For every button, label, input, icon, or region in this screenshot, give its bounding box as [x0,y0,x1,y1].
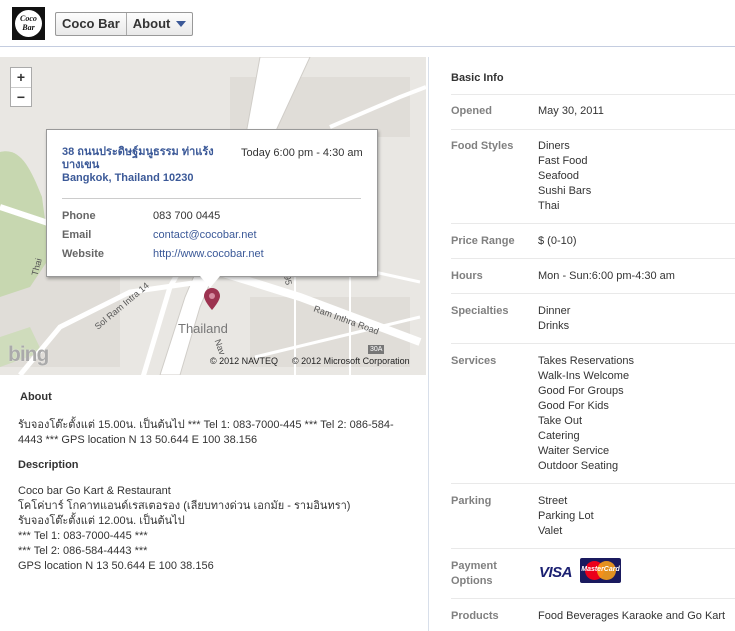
zoom-out-button[interactable]: − [11,88,31,107]
location-map[interactable]: Thai Sol Ram Intra 14 Ram Inthra Road 95… [0,57,426,375]
description-text: Coco bar Go Kart & Restaurant โคโค่บาร์ … [18,485,351,572]
popup-hours: Today 6:00 pm - 4:30 am [241,147,363,159]
info-divider [451,598,735,599]
zoom-in-button[interactable]: + [11,68,31,87]
specialties-label: Specialties [451,305,509,317]
popup-pointer [200,276,220,288]
products-value: Food Beverages Karaoke and Go Kart [538,610,726,622]
bing-logo: bing [8,343,49,366]
description-title: Description [18,459,79,471]
service-item: Takes Reservations [538,355,634,367]
visa-card-icon: VISA [539,564,573,581]
food-style-item: Diners [538,140,570,152]
opened-label: Opened [451,105,492,117]
products-label: Products [451,610,499,622]
hours-label: Hours [451,270,483,282]
breadcrumb: Coco Bar About [55,12,194,36]
breadcrumb-page-link[interactable]: Coco Bar [56,13,126,35]
parking-label: Parking [451,495,492,507]
map-info-popup: 38 ถนนประดิษฐ์มนูธรรม ท่าแร้ง บางเขน Ban… [46,129,378,277]
popup-phone-value: 083 700 0445 [153,210,221,222]
food-style-item: Thai [538,200,560,212]
chevron-down-icon [176,21,187,27]
popup-website-label: Website [62,248,104,260]
price-range-label: Price Range [451,235,515,247]
about-title: About [20,391,52,403]
map-route-shield: 30A [368,345,385,354]
map-pin-icon[interactable] [204,288,220,310]
food-style-item: Sushi Bars [538,185,592,197]
food-styles-label: Food Styles [451,140,514,152]
left-column: Thai Sol Ram Intra 14 Ram Inthra Road 95… [0,57,426,631]
service-item: Waiter Service [538,445,610,457]
payment-label-line1: Payment [451,560,497,572]
mastercard-label: MasterCard [581,566,620,573]
basic-info-title: Basic Info [451,72,504,84]
info-divider [451,223,735,224]
food-style-item: Fast Food [538,155,588,167]
specialties-list: Dinner Drinks [538,304,570,334]
logo-text-line1: Coco [20,14,37,23]
info-divider [451,343,735,344]
opened-value: May 30, 2011 [538,105,604,117]
parking-item: Valet [538,525,563,537]
payment-options-label: Payment Options [451,559,497,589]
info-divider [451,129,735,130]
logo-text-line2: Bar [22,23,35,32]
parking-item: Street [538,495,568,507]
specialty-item: Drinks [538,320,570,332]
price-range-value: $ (0-10) [538,235,577,247]
map-zoom-control: + − [10,67,32,107]
parking-list: Street Parking Lot Valet [538,494,594,539]
food-styles-list: Diners Fast Food Seafood Sushi Bars Thai [538,139,591,214]
info-divider [451,293,735,294]
popup-email-label: Email [62,229,92,241]
popup-phone-label: Phone [62,210,96,222]
parking-item: Parking Lot [538,510,594,522]
popup-divider [62,198,361,199]
popup-address-line1: 38 ถนนประดิษฐ์มนูธรรม ท่าแร้ง บางเขน [62,146,214,171]
payment-label-line2: Options [451,575,493,587]
basic-info-column: Basic Info Opened May 30, 2011 Food Styl… [428,57,735,631]
hours-value: Mon - Sun:6:00 pm-4:30 am [538,270,675,282]
service-item: Good For Kids [538,400,609,412]
services-list: Takes Reservations Walk-Ins Welcome Good… [538,354,634,474]
info-divider [451,548,735,549]
service-item: Outdoor Seating [538,460,619,472]
popup-address-line2: Bangkok, Thailand 10230 [62,172,194,184]
info-divider [451,94,735,95]
service-item: Good For Groups [538,385,624,397]
page-header: Coco Bar Coco Bar About [0,0,735,47]
breadcrumb-section-label: About [132,16,171,31]
specialty-item: Dinner [538,305,571,317]
popup-address[interactable]: 38 ถนนประดิษฐ์มนูธรรม ท่าแร้ง บางเขน Ban… [62,146,237,185]
map-country-label: Thailand [178,321,228,336]
food-style-item: Seafood [538,170,579,182]
info-divider [451,483,735,484]
service-item: Catering [538,430,580,442]
service-item: Take Out [538,415,583,427]
info-divider [451,258,735,259]
page-logo[interactable]: Coco Bar [12,7,45,40]
logo-emblem: Coco Bar [15,10,42,37]
map-copyright-navteq: © 2012 NAVTEQ [210,356,278,366]
mastercard-icon: MasterCard [580,558,621,583]
map-copyright-microsoft: © 2012 Microsoft Corporation [292,356,410,366]
service-item: Walk-Ins Welcome [538,370,630,382]
popup-website-link[interactable]: http://www.cocobar.net [153,248,264,260]
services-label: Services [451,355,497,367]
breadcrumb-section-dropdown[interactable]: About [127,13,193,35]
popup-email-link[interactable]: contact@cocobar.net [153,229,257,241]
about-text: รับจองโต๊ะตั้งแต่ 15.00น. เป็นต้นไป *** … [18,419,394,446]
